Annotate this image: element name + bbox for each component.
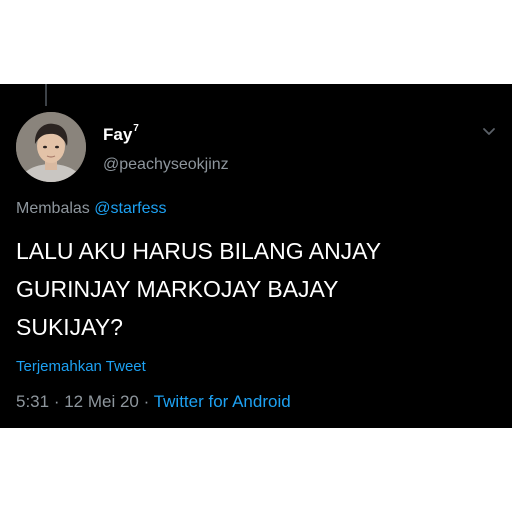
display-name-suffix: 7	[133, 123, 139, 135]
meta-separator: ·	[138, 392, 154, 411]
thread-connector-line	[45, 84, 47, 106]
tweet-time: 5:31	[16, 392, 50, 411]
display-name-text: Fay	[103, 125, 133, 144]
tweet-date[interactable]: 12 Mei 20	[64, 392, 139, 411]
meta-separator: ·	[49, 392, 65, 411]
translate-tweet-link[interactable]: Terjemahkan Tweet	[16, 358, 146, 375]
tweet-meta: 5:31 · 12 Mei 20 · Twitter for Android	[16, 392, 291, 412]
tweet-text: LALU AKU HARUS BILANG ANJAY GURINJAY MAR…	[16, 238, 382, 340]
avatar-portrait	[16, 112, 86, 182]
tweet-card: Fay7 @peachyseokjinz Membalas @starfess …	[0, 84, 512, 428]
chevron-down-icon[interactable]	[480, 122, 498, 140]
reply-mention-link[interactable]: @starfess	[94, 200, 166, 217]
reply-context: Membalas @starfess	[16, 200, 167, 218]
tweet-client-link[interactable]: Twitter for Android	[154, 392, 291, 411]
user-handle[interactable]: @peachyseokjinz	[103, 156, 229, 174]
user-avatar[interactable]	[16, 112, 86, 182]
reply-prefix: Membalas	[16, 200, 90, 217]
display-name[interactable]: Fay7	[103, 123, 139, 145]
